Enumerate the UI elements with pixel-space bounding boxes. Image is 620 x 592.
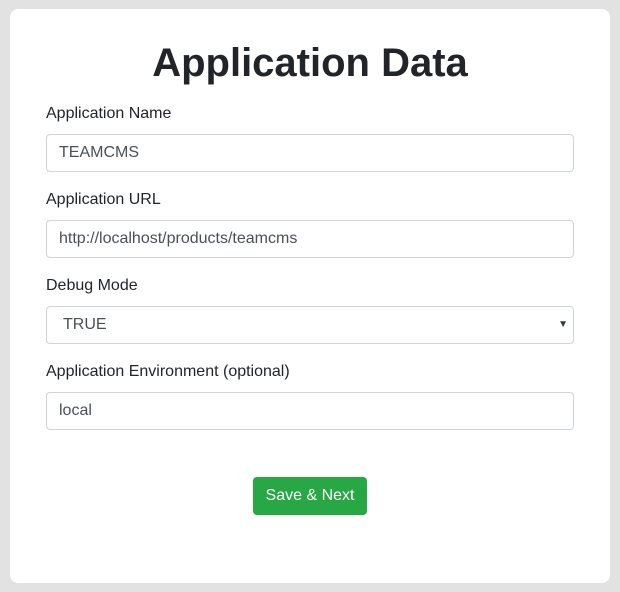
app-env-input[interactable] [46,392,574,430]
app-env-label: Application Environment (optional) [46,363,290,380]
debug-mode-label: Debug Mode [46,277,138,294]
app-env-field-group: Application Environment (optional) [46,362,574,430]
page-title: Application Data [152,41,468,85]
form-card: Application Data Application Name Applic… [10,9,610,583]
chevron-down-icon: ▼ [558,319,568,330]
debug-mode-select[interactable]: TRUE ▼ [46,306,574,344]
app-name-field-group: Application Name [46,104,574,172]
app-url-label: Application URL [46,191,161,208]
debug-mode-field-group: Debug Mode TRUE ▼ [46,276,574,344]
app-url-field-group: Application URL [46,190,574,258]
save-next-button[interactable]: Save & Next [253,477,367,515]
debug-mode-selected-value: TRUE [63,316,107,333]
app-name-input[interactable] [46,134,574,172]
app-name-label: Application Name [46,105,172,122]
app-url-input[interactable] [46,220,574,258]
